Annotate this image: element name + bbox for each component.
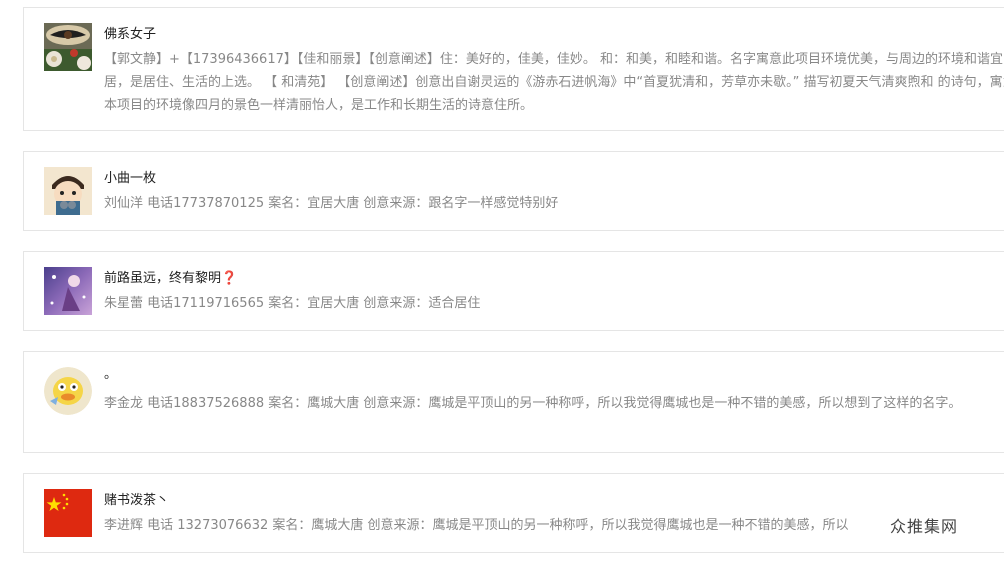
site-watermark: 众推集网: [890, 517, 959, 536]
comment-card: 小曲一枚 刘仙洋 电话17737870125 案名：宜居大唐 创意来源：跟名字一…: [23, 151, 1004, 231]
comment-author-name[interactable]: 前路虽远，终有黎明❓: [104, 270, 237, 288]
comment-text: 李金龙 电话18837526888 案名：鹰城大唐 创意来源：鹰城是平顶山的另一…: [104, 396, 962, 411]
cartoon-boy-avatar-icon[interactable]: [44, 167, 92, 215]
duck-cartoon-avatar-icon[interactable]: [44, 367, 92, 415]
comment-author-name[interactable]: 。: [104, 366, 117, 384]
comment-author-name-text: 前路虽远，终有黎明: [104, 271, 222, 286]
comment-text: 刘仙洋 电话17737870125 案名：宜居大唐 创意来源：跟名字一样感觉特别…: [104, 196, 559, 211]
woman-portrait-avatar-icon[interactable]: [44, 23, 92, 71]
comment-text: 朱星蕾 电话17119716565 案名：宜居大唐 创意来源：适合居住: [104, 296, 481, 311]
comment-author-name[interactable]: 佛系女子: [104, 26, 156, 44]
question-emoji-icon: ❓: [221, 271, 238, 286]
comment-card: 。 李金龙 电话18837526888 案名：鹰城大唐 创意来源：鹰城是平顶山的…: [23, 351, 1004, 453]
comment-card: 佛系女子 【郭文静】+【17396436617】【佳和丽景】【创意阐述】住：美好…: [23, 7, 1004, 131]
comment-author-name[interactable]: 赌书泼茶丶: [104, 492, 169, 510]
comment-text: 李进辉 电话 13273076632 案名：鹰城大唐 创意来源：鹰城是平顶山的另…: [104, 518, 849, 533]
china-flag-avatar-icon[interactable]: [44, 489, 92, 537]
purple-scene-avatar-icon[interactable]: [44, 267, 92, 315]
comment-text: 【郭文静】+【17396436617】【佳和丽景】【创意阐述】住：美好的，佳美，…: [104, 52, 1004, 113]
comment-card: 赌书泼茶丶 李进辉 电话 13273076632 案名：鹰城大唐 创意来源：鹰城…: [23, 473, 1004, 553]
comment-card: 前路虽远，终有黎明❓ 朱星蕾 电话17119716565 案名：宜居大唐 创意来…: [23, 251, 1004, 331]
comment-author-name[interactable]: 小曲一枚: [104, 170, 156, 188]
